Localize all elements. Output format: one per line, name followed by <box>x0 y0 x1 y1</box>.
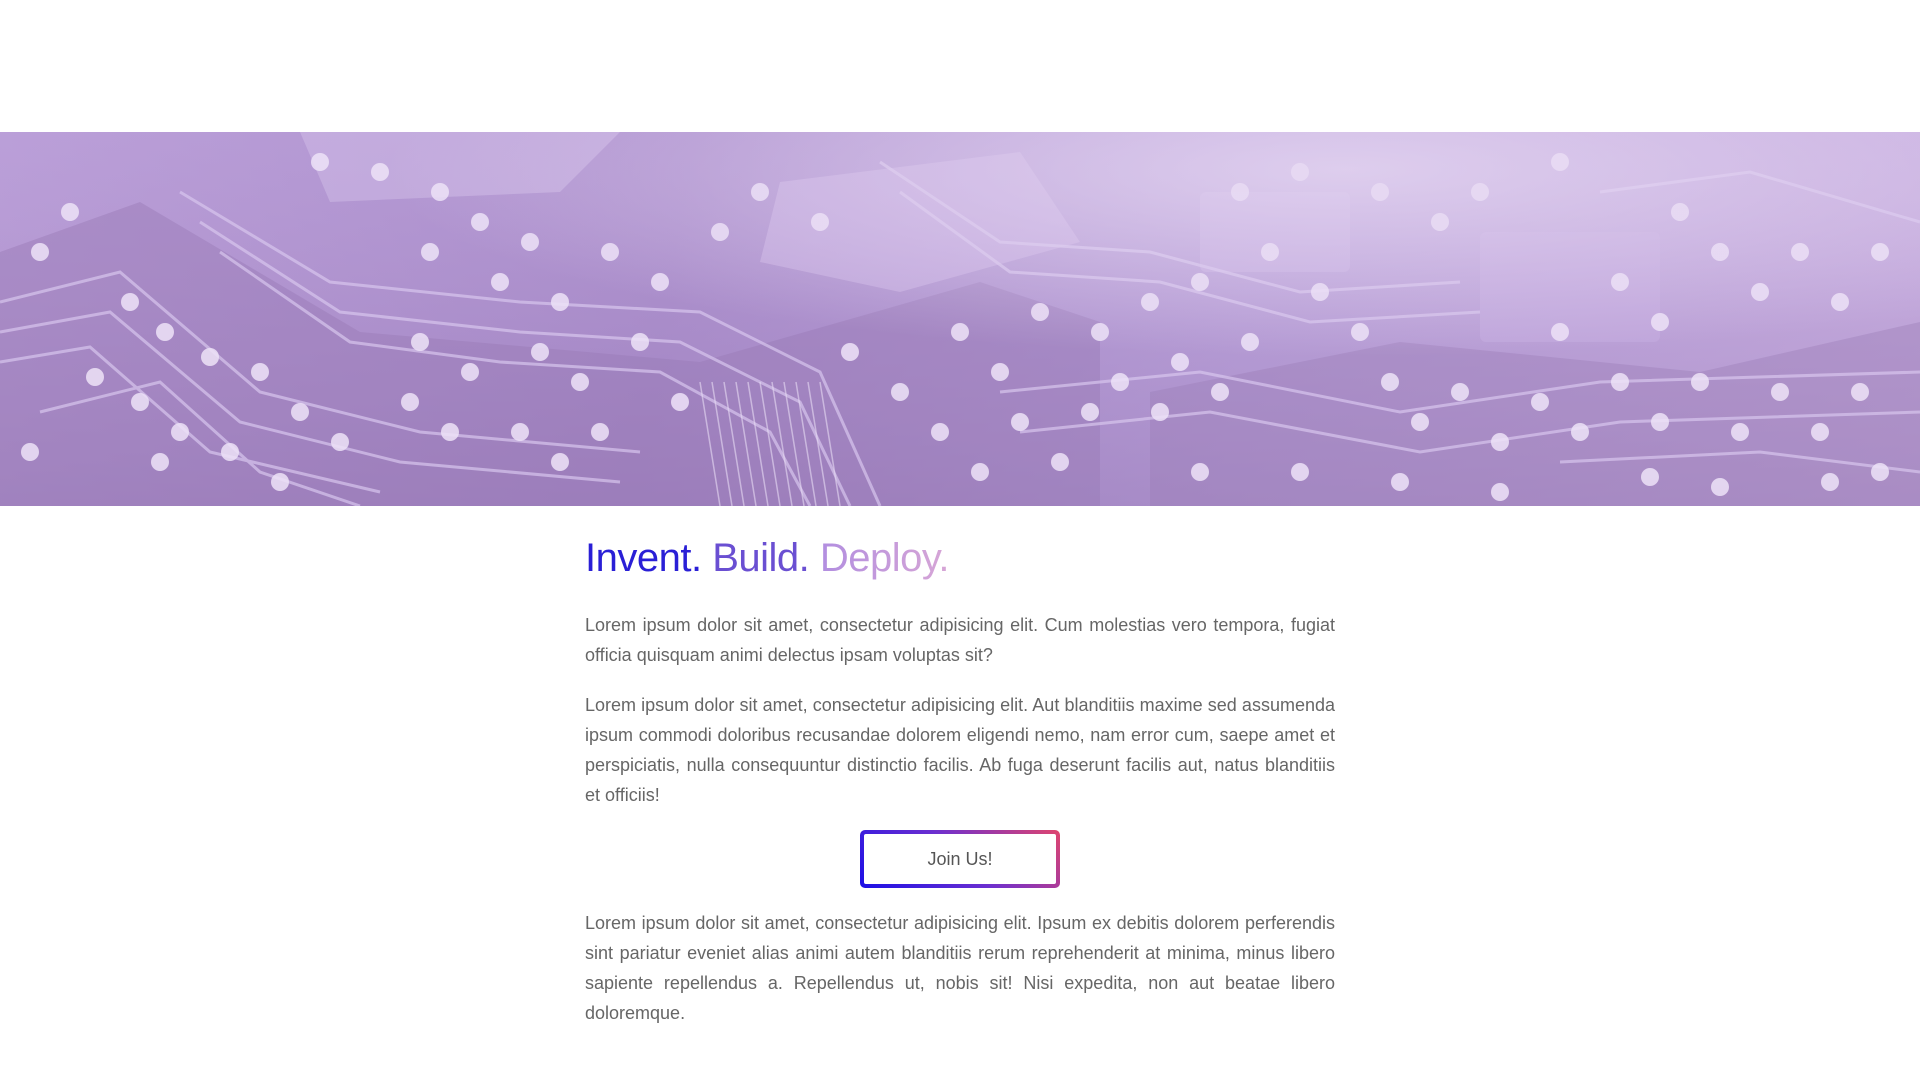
closing-paragraph: Lorem ipsum dolor sit amet, consectetur … <box>585 913 1335 1023</box>
main-content: Invent. Build. Deploy. Lorem ipsum dolor… <box>585 530 1335 1028</box>
headline-word-deploy: Deploy. <box>819 536 950 580</box>
page-headline: Invent. Build. Deploy. <box>585 530 1335 586</box>
cta-container: Join Us! <box>585 830 1335 888</box>
top-bar <box>0 0 1920 132</box>
body-paragraph: Lorem ipsum dolor sit amet, consectetur … <box>585 695 1335 805</box>
join-us-button[interactable]: Join Us! <box>860 830 1060 888</box>
headline-word-build: Build. <box>712 536 810 580</box>
join-us-button-label: Join Us! <box>864 834 1056 884</box>
headline-word-invent: Invent. <box>585 536 702 580</box>
hero-banner-image <box>0 132 1920 506</box>
circuit-board-image <box>0 132 1920 506</box>
intro-paragraph: Lorem ipsum dolor sit amet, consectetur … <box>585 615 1335 665</box>
